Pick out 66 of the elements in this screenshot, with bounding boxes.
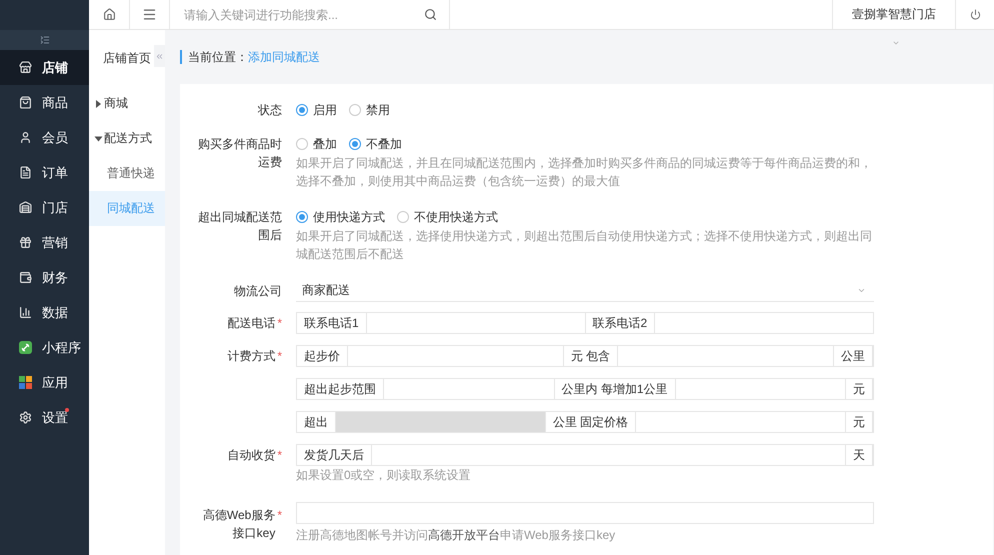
bar-chart-icon	[19, 306, 32, 319]
store-icon	[19, 61, 32, 74]
required-mark: *	[277, 507, 282, 524]
form-label: 物流公司	[233, 283, 282, 300]
bag-icon	[19, 96, 32, 109]
required-mark: *	[277, 315, 282, 332]
radio-option[interactable]: 不叠加	[349, 136, 402, 152]
gift-icon	[19, 236, 32, 249]
menu-icon	[142, 7, 157, 22]
hint-text: 如果开启了同城配送，选择使用快递方式，则超出范围后自动使用快递方式；选择不使用快递方式，则超出同城配送范围后不配送	[296, 228, 873, 263]
sidebar-item[interactable]: 设置	[0, 400, 89, 435]
radio-icon[interactable]	[349, 138, 361, 150]
radio-icon[interactable]	[397, 211, 409, 223]
breadcrumb: 当前位置：添加同城配送	[180, 50, 320, 64]
form-label: 购买多件商品时运费	[197, 136, 282, 171]
sidebar-item[interactable]: 会员	[0, 120, 89, 155]
sidebar-item[interactable]: 门店	[0, 190, 89, 225]
subnav-item[interactable]: 普通快递	[89, 156, 165, 191]
subnav-item[interactable]: 配送方式	[89, 121, 165, 156]
subnav-item[interactable]: 商城	[89, 86, 165, 121]
settings-icon	[19, 411, 32, 424]
sidebar-item[interactable]: 应用	[0, 365, 89, 400]
form-label: 配送电话	[226, 315, 276, 332]
sidebar-item[interactable]: 店铺	[0, 50, 89, 85]
radio-option[interactable]: 禁用	[349, 102, 390, 118]
form-label: 超出同城配送范围后	[197, 209, 282, 244]
power-icon	[970, 9, 980, 20]
form-label: 自动收货	[226, 447, 276, 464]
radio-option[interactable]: 叠加	[296, 136, 337, 152]
required-mark: *	[277, 447, 282, 464]
user-icon	[19, 131, 32, 144]
sidebar-item[interactable]: 订单	[0, 155, 89, 190]
home-icon	[102, 8, 116, 21]
input-field[interactable]	[296, 502, 874, 524]
sidebar-item[interactable]: 营销	[0, 225, 89, 260]
radio-icon[interactable]	[296, 138, 308, 150]
sidebar-item[interactable]: 商品	[0, 85, 89, 120]
radio-icon[interactable]	[296, 211, 308, 223]
hint-text: 注册高德地图帐号并访问高德开放平台申请Web服务接口key	[296, 527, 616, 544]
chevron-down-icon[interactable]	[892, 39, 900, 47]
chevrons-left-icon	[155, 52, 164, 60]
form-label: 计费方式	[226, 348, 276, 365]
form-label: 高德Web服务接口key	[202, 507, 276, 542]
search-icon[interactable]	[424, 8, 437, 21]
required-mark: *	[277, 348, 282, 365]
grid-icon	[19, 376, 32, 389]
document-icon	[19, 166, 32, 179]
building-icon	[19, 201, 32, 214]
radio-icon[interactable]	[349, 104, 361, 116]
radio-option[interactable]: 启用	[296, 102, 337, 118]
form-label: 状态	[257, 102, 282, 119]
chevron-down-icon	[857, 286, 866, 295]
platform-link[interactable]: 高德开放平台	[428, 528, 500, 542]
radio-option[interactable]: 不使用快递方式	[397, 208, 498, 226]
sidebar-item[interactable]: 财务	[0, 260, 89, 295]
sidebar-item[interactable]: 数据	[0, 295, 89, 330]
collapse-button[interactable]	[154, 45, 165, 67]
hint-text: 如果开启了同城配送，并且在同城配送范围内，选择叠加时购买多件商品的同城运费等于每件商品运费的和，选择不叠加，则使用其中商品运费（包含统一运费）的最大值	[296, 155, 873, 190]
sidebar-item[interactable]: 小程序	[0, 330, 89, 365]
hint-text: 如果设置0或空，则读取系统设置	[296, 467, 472, 484]
select-field[interactable]: 商家配送	[296, 280, 874, 302]
radio-icon[interactable]	[296, 104, 308, 116]
subnav-title[interactable]: 店铺首页	[89, 30, 165, 86]
radio-option[interactable]: 使用快递方式	[296, 208, 385, 226]
wallet-icon	[19, 271, 32, 284]
collapse-menu-icon[interactable]	[40, 35, 50, 45]
